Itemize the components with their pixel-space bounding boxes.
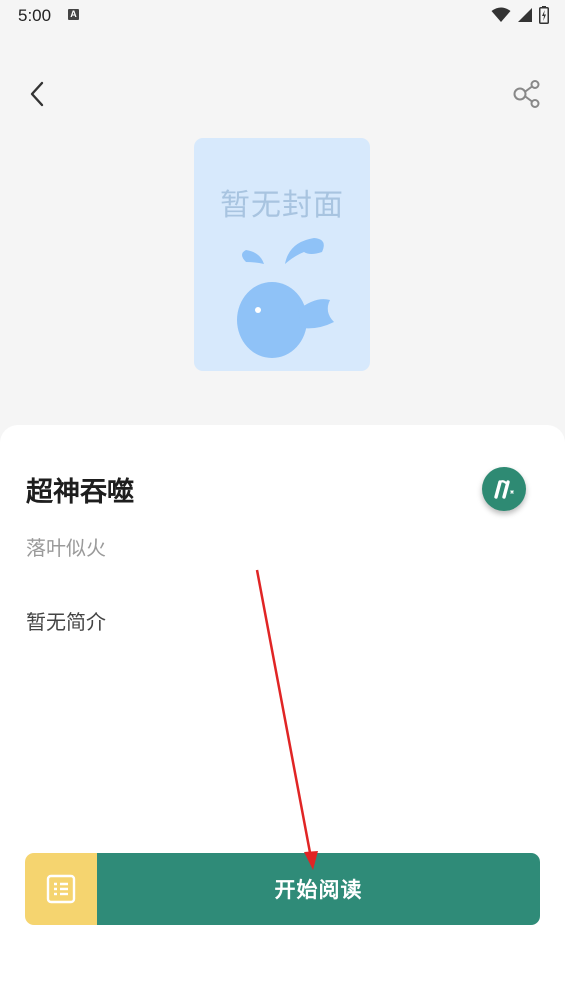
start-reading-button[interactable]: 开始阅读	[97, 853, 540, 925]
book-author: 落叶似火	[26, 536, 106, 560]
bottom-action-bar: 开始阅读	[25, 853, 540, 925]
share-button[interactable]	[509, 76, 545, 112]
book-title: 超神吞噬	[26, 477, 134, 508]
back-button[interactable]	[20, 76, 56, 112]
book-intro: 暂无简介	[26, 610, 106, 634]
status-bar: 5:00 A	[0, 0, 565, 34]
share-icon	[513, 80, 540, 108]
whale-icon	[237, 238, 334, 358]
theme-switch-icon	[494, 480, 514, 499]
cover-placeholder-text: 暂无封面	[220, 188, 344, 223]
battery-charging-icon	[539, 6, 549, 24]
theme-switch-button[interactable]	[482, 467, 526, 511]
status-icons	[491, 6, 549, 24]
signal-icon	[518, 8, 532, 22]
status-time: 5:00	[18, 6, 52, 25]
list-icon	[46, 874, 76, 904]
wifi-icon	[491, 7, 511, 22]
catalog-button[interactable]	[25, 853, 97, 925]
text-input-icon: A	[68, 9, 79, 20]
chevron-left-icon	[30, 81, 44, 107]
book-cover-placeholder: 暂无封面	[194, 138, 370, 371]
